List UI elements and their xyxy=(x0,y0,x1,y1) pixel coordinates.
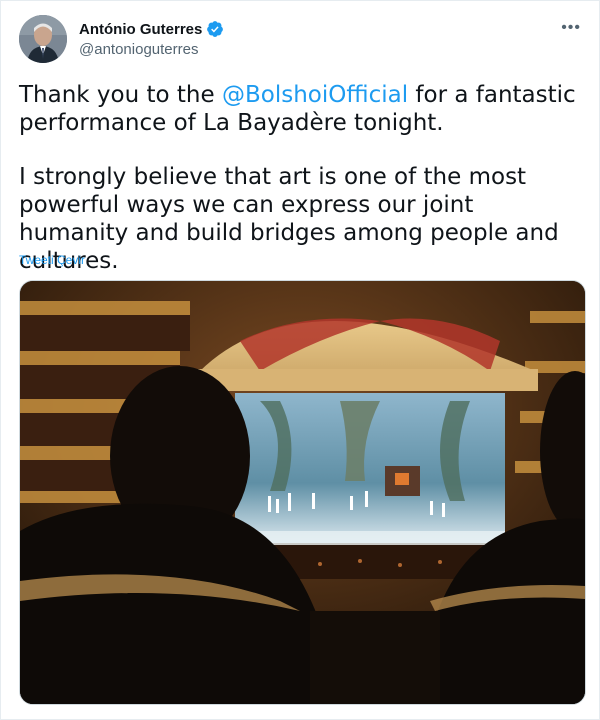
author-names: António Guterres @antonioguterres xyxy=(79,20,224,58)
tweet-text: Thank you to the @BolshoiOfficial for a … xyxy=(19,81,584,301)
display-name-row: António Guterres xyxy=(79,20,224,38)
tweet-header: António Guterres @antonioguterres ••• xyxy=(19,15,583,65)
verified-badge-icon xyxy=(206,20,224,38)
tweet-text-start: Thank you to the xyxy=(19,82,222,108)
display-name[interactable]: António Guterres xyxy=(79,21,202,38)
tweet-paragraph-1: Thank you to the @BolshoiOfficial for a … xyxy=(19,81,584,137)
avatar[interactable] xyxy=(19,15,67,63)
tweet-card: António Guterres @antonioguterres ••• Th… xyxy=(0,0,600,720)
tweet-paragraph-2: I strongly believe that art is one of th… xyxy=(19,164,559,274)
mention-link[interactable]: @BolshoiOfficial xyxy=(222,82,408,108)
more-options-icon[interactable]: ••• xyxy=(561,19,581,37)
tweet-photo[interactable] xyxy=(19,280,586,705)
author-handle[interactable]: @antonioguterres xyxy=(79,41,224,58)
translate-tweet-link[interactable]: Tweeti Çevir xyxy=(19,253,85,267)
